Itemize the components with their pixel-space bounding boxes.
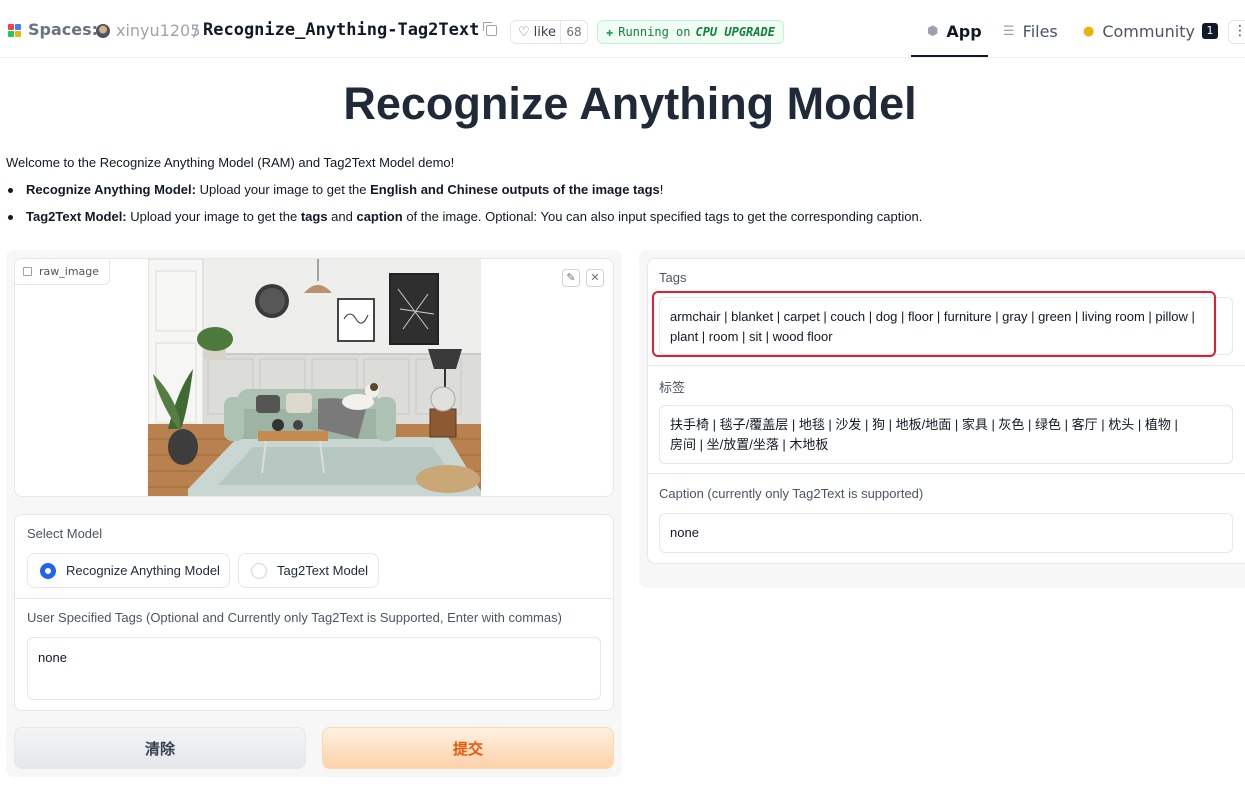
image-label-text: raw_image [39, 265, 100, 278]
radio-unselected-icon [251, 562, 267, 579]
bullet-t2t-emph1: tags [300, 209, 328, 224]
user-tags-label: User Specified Tags (Optional and Curren… [27, 610, 562, 625]
bullet-t2t-emph2: caption [356, 209, 403, 224]
radio-recognize-anything[interactable]: Recognize Anything Model [27, 553, 230, 588]
hardware-icon: ✚ [606, 25, 614, 39]
image-label: raw_image [15, 259, 111, 285]
owner-link[interactable]: xinyu1205 [116, 21, 200, 40]
tags-highlight-box [652, 291, 1216, 357]
tab-files[interactable]: ☰ Files [1003, 20, 1058, 42]
bullet-ram-title: Recognize Anything Model: [26, 182, 196, 197]
cn-tags-output-field[interactable]: 扶手椅 | 毯子/覆盖层 | 地毯 | 沙发 | 狗 | 地板/地面 | 家具 … [659, 405, 1233, 464]
bullet-ram-text2: ! [659, 182, 664, 197]
tab-community-label: Community [1102, 21, 1195, 41]
tab-community[interactable]: ● Community 1 [1083, 20, 1218, 42]
spaces-link[interactable]: Spaces: [28, 20, 98, 39]
caption-output-field[interactable]: none [659, 513, 1233, 553]
cube-icon: ⬢ [927, 23, 939, 39]
heart-icon: ♡ [518, 24, 530, 40]
status-hardware: CPU UPGRADE [695, 25, 775, 39]
bullet-t2t-text1: Upload your image to get the [126, 209, 301, 224]
community-icon: ● [1083, 23, 1095, 39]
cn-tags-output-line1: 扶手椅 | 毯子/覆盖层 | 地毯 | 沙发 | 狗 | 地板/地面 | 家具 … [670, 417, 1178, 432]
uploaded-image [148, 259, 481, 496]
radio-recognize-anything-label: Recognize Anything Model [66, 563, 220, 578]
bullet-t2t-text2: and [327, 209, 357, 224]
like-button[interactable]: ♡ like 68 [510, 20, 588, 44]
path-separator: / [193, 21, 199, 40]
tab-app[interactable]: ⬢ App [927, 20, 982, 42]
top-bar: Spaces: xinyu1205 / Recognize_Anything-T… [0, 0, 1245, 58]
divider [15, 598, 613, 599]
bullet-tag2text: Tag2Text Model: Upload your image to get… [7, 209, 923, 224]
owner-avatar [96, 24, 110, 38]
bullet-ram-text1: Upload your image to get the [195, 182, 371, 197]
intro-text: Welcome to the Recognize Anything Model … [6, 155, 455, 170]
cn-tags-label: 标签 [659, 380, 686, 395]
files-icon: ☰ [1003, 23, 1015, 39]
tab-app-label: App [946, 21, 982, 41]
running-status-badge[interactable]: ✚ Running on CPU UPGRADE [597, 20, 784, 44]
like-label: like [533, 24, 556, 40]
bullet-ram-emph: English and Chinese outputs of the image… [370, 182, 660, 197]
tab-files-label: Files [1022, 21, 1058, 41]
select-model-label: Select Model [27, 526, 103, 541]
image-icon [23, 267, 32, 276]
community-badge: 1 [1201, 23, 1218, 39]
user-tags-input[interactable]: none [27, 637, 601, 700]
radio-selected-icon [40, 562, 56, 579]
clear-button[interactable]: 清除 [14, 727, 306, 769]
close-icon[interactable]: ✕ [586, 269, 604, 287]
repo-name[interactable]: Recognize_Anything-Tag2Text [203, 20, 479, 40]
image-upload[interactable]: raw_image ✎ ✕ [14, 258, 614, 497]
status-prefix: Running on [618, 25, 691, 39]
bullet-t2t-text3: of the image. Optional: You can also inp… [402, 209, 923, 224]
active-tab-underline [911, 55, 988, 57]
more-menu-button[interactable]: ⋮ [1228, 20, 1245, 44]
bullet-ram: Recognize Anything Model: Upload your im… [7, 182, 664, 197]
copy-icon[interactable] [483, 22, 497, 36]
page-title: Recognize Anything Model [343, 78, 917, 129]
cn-tags-output-line2: 房间 | 坐/放置/坐落 | 木地板 [670, 437, 829, 452]
radio-tag2text[interactable]: Tag2Text Model [238, 553, 379, 588]
edit-icon[interactable]: ✎ [562, 269, 580, 287]
spaces-logo-icon [8, 24, 22, 38]
submit-button[interactable]: 提交 [322, 727, 614, 769]
radio-tag2text-label: Tag2Text Model [277, 563, 369, 578]
like-count: 68 [560, 21, 587, 43]
tags-label: Tags [659, 270, 687, 285]
living-room-illustration [148, 259, 481, 496]
bullet-t2t-title: Tag2Text Model: [26, 209, 127, 224]
caption-label: Caption (currently only Tag2Text is supp… [659, 486, 924, 501]
